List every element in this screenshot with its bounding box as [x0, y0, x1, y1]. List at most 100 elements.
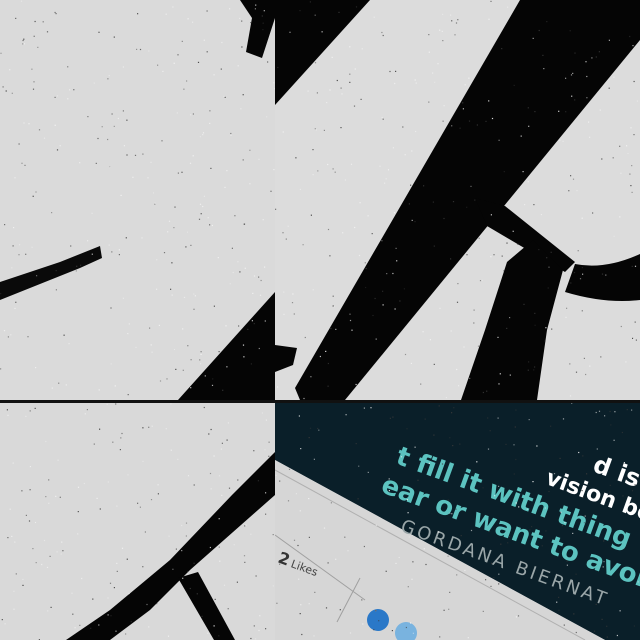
grain-speck: [154, 202, 156, 204]
grain-speck: [573, 272, 576, 274]
grain-speck: [130, 621, 132, 623]
grain-speck: [107, 78, 109, 80]
grain-speck: [459, 127, 461, 129]
grain-speck: [564, 522, 566, 524]
grain-speck: [209, 546, 211, 549]
grain-speck: [499, 373, 501, 375]
grain-speck: [125, 237, 127, 239]
grain-speck: [358, 465, 360, 467]
grain-speck: [623, 462, 625, 464]
grain-speck: [229, 283, 231, 285]
grain-speck: [312, 149, 314, 151]
grain-speck: [156, 603, 158, 605]
grain-speck: [601, 618, 603, 620]
grain-speck: [261, 15, 263, 17]
grain-speck: [12, 462, 14, 464]
grain-speck: [59, 496, 61, 498]
grain-speck: [74, 627, 76, 629]
grain-speck: [411, 219, 413, 221]
grain-speck: [456, 301, 459, 303]
grain-speck: [241, 20, 243, 22]
grain-speck: [249, 183, 251, 185]
reaction-dot-primary[interactable]: [367, 609, 389, 631]
grain-speck: [174, 206, 176, 208]
grain-speck: [282, 131, 284, 133]
grain-speck: [46, 566, 49, 568]
grain-speck: [220, 448, 222, 450]
grain-speck: [55, 13, 57, 15]
grain-speck: [353, 105, 356, 107]
grain-speck: [392, 272, 394, 275]
grain-speck: [332, 295, 334, 297]
grain-speck: [405, 626, 407, 629]
grain-speck: [527, 181, 529, 183]
grain-speck: [449, 437, 451, 439]
grain-speck: [371, 233, 373, 235]
grain-speck: [14, 541, 16, 543]
grain-speck: [425, 563, 427, 566]
grain-speck: [289, 31, 291, 33]
grain-speck: [223, 584, 226, 586]
collage-tile-bottom-left: [0, 400, 275, 640]
grain-speck: [548, 490, 550, 493]
grain-speck: [43, 539, 46, 542]
grain-speck: [336, 79, 338, 82]
grain-speck: [498, 383, 500, 385]
grain-speck: [142, 460, 144, 462]
grain-speck: [147, 177, 149, 179]
grain-speck: [80, 264, 82, 266]
grain-speck: [407, 586, 409, 588]
grain-speck: [631, 409, 633, 411]
grain-speck: [488, 18, 490, 20]
grain-speck: [172, 6, 174, 8]
grain-speck: [253, 275, 256, 277]
grain-speck: [423, 185, 425, 187]
grain-speck: [277, 386, 279, 388]
grain-speck: [488, 530, 491, 533]
grain-speck: [422, 331, 424, 333]
grain-speck: [242, 344, 245, 346]
grain-speck: [308, 536, 310, 538]
grain-speck: [226, 366, 228, 368]
grain-speck: [575, 631, 577, 634]
grain-speck: [312, 289, 314, 291]
grain-speck: [76, 265, 78, 267]
grain-speck: [441, 463, 444, 465]
grain-speck: [327, 362, 329, 365]
grain-speck: [220, 68, 222, 70]
grain-speck: [210, 167, 212, 169]
grain-speck: [340, 87, 342, 89]
grain-speck: [0, 52, 2, 54]
grain-speck: [190, 114, 192, 116]
grain-speck: [614, 411, 616, 413]
grain-speck: [22, 39, 24, 42]
grain-speck: [37, 46, 39, 48]
grain-speck: [28, 123, 30, 125]
grain-speck: [4, 224, 6, 226]
grain-speck: [400, 456, 403, 458]
grain-speck: [212, 378, 214, 380]
grain-speck: [392, 416, 394, 418]
grain-speck: [60, 553, 62, 555]
grain-speck: [58, 382, 60, 384]
grain-speck: [468, 77, 470, 79]
grain-speck: [512, 230, 514, 232]
grain-speck: [261, 412, 263, 414]
grain-speck: [341, 93, 343, 95]
grain-speck: [517, 243, 519, 245]
grain-speck: [406, 499, 408, 501]
grain-speck: [392, 147, 394, 149]
grain-speck: [142, 153, 144, 155]
grain-speck: [463, 346, 465, 348]
grain-speck: [266, 116, 268, 118]
grain-speck: [411, 150, 413, 152]
grain-speck: [451, 20, 453, 22]
grain-speck: [206, 10, 208, 12]
grain-speck: [193, 308, 195, 310]
grain-speck: [106, 403, 108, 405]
grain-speck: [38, 129, 41, 131]
grain-speck: [172, 568, 174, 570]
grain-speck: [518, 506, 520, 508]
grain-speck: [592, 212, 594, 214]
grain-speck: [533, 204, 535, 206]
